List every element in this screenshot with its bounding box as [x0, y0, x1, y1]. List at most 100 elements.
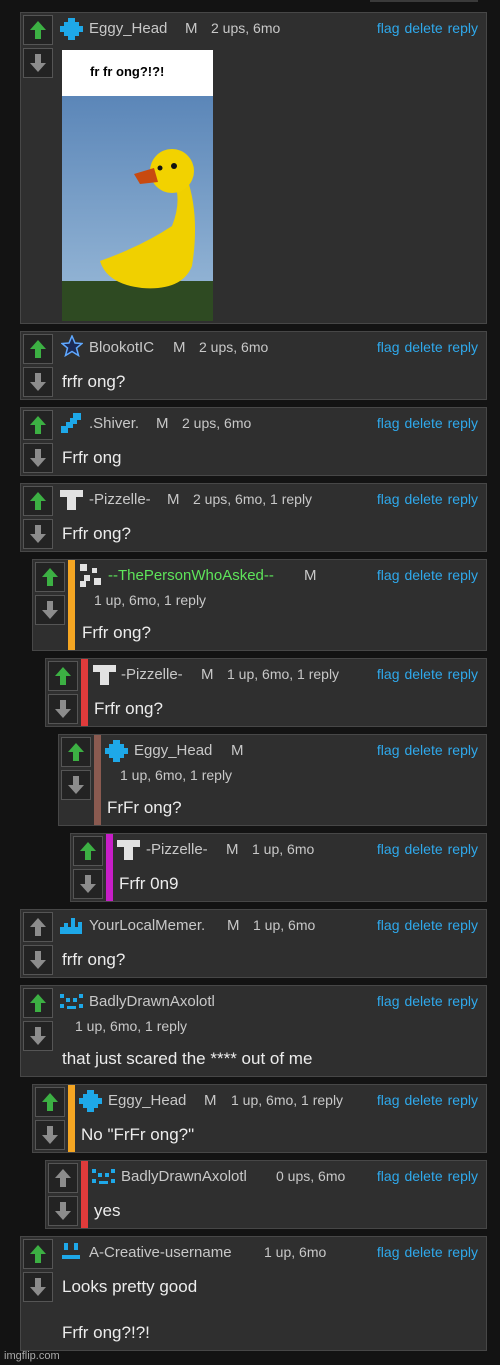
reply-link[interactable]: reply	[448, 666, 478, 682]
down-arrow-icon	[30, 54, 46, 72]
delete-link[interactable]: delete	[404, 841, 442, 857]
delete-link[interactable]: delete	[404, 20, 442, 36]
star-avatar-icon[interactable]	[61, 335, 86, 360]
delete-link[interactable]: delete	[404, 567, 442, 583]
flag-link[interactable]: flag	[377, 1244, 400, 1260]
username-link[interactable]: .Shiver.	[89, 415, 139, 432]
username-link[interactable]: Eggy_Head	[134, 742, 212, 759]
flag-link[interactable]: flag	[377, 742, 400, 758]
flag-link[interactable]: flag	[377, 1168, 400, 1184]
user-avatar-icon[interactable]	[59, 913, 84, 938]
reply-link[interactable]: reply	[448, 742, 478, 758]
reply-link[interactable]: reply	[448, 567, 478, 583]
flag-link[interactable]: flag	[377, 666, 400, 682]
user-avatar-icon[interactable]	[104, 738, 129, 763]
comment-meta: 1 up, 6mo, 1 reply	[120, 767, 233, 783]
username-link[interactable]: -Pizzelle-	[89, 491, 151, 508]
reply-link[interactable]: reply	[448, 1168, 478, 1184]
username-link[interactable]: A-Creative-username	[89, 1244, 232, 1261]
user-avatar-icon[interactable]	[79, 563, 104, 588]
user-avatar-icon[interactable]	[92, 662, 117, 687]
reply-link[interactable]: reply	[448, 993, 478, 1009]
flag-link[interactable]: flag	[377, 415, 400, 431]
flag-link[interactable]: flag	[377, 20, 400, 36]
delete-link[interactable]: delete	[404, 415, 442, 431]
username-link[interactable]: -Pizzelle-	[121, 666, 183, 683]
delete-link[interactable]: delete	[404, 993, 442, 1009]
upvote-button[interactable]	[23, 912, 53, 942]
downvote-button[interactable]	[48, 1196, 78, 1226]
reply-link[interactable]: reply	[448, 1244, 478, 1260]
user-avatar-icon[interactable]	[59, 16, 84, 41]
upvote-button[interactable]	[23, 486, 53, 516]
username-link[interactable]: -Pizzelle-	[146, 841, 208, 858]
flag-link[interactable]: flag	[377, 1092, 400, 1108]
comment-text: yes	[94, 1201, 121, 1220]
flag-link[interactable]: flag	[377, 917, 400, 933]
user-avatar-icon[interactable]	[116, 837, 141, 862]
upvote-button[interactable]	[23, 988, 53, 1018]
downvote-button[interactable]	[23, 48, 53, 78]
user-avatar-icon[interactable]	[59, 989, 84, 1014]
user-avatar-icon[interactable]	[78, 1088, 103, 1113]
upvote-button[interactable]	[35, 1087, 65, 1117]
username-link[interactable]: Eggy_Head	[89, 20, 167, 37]
user-avatar-icon[interactable]	[59, 1240, 84, 1265]
delete-link[interactable]: delete	[404, 339, 442, 355]
downvote-button[interactable]	[23, 367, 53, 397]
username-link[interactable]: Eggy_Head	[108, 1092, 186, 1109]
downvote-button[interactable]	[23, 945, 53, 975]
upvote-button[interactable]	[23, 410, 53, 440]
upvote-button[interactable]	[23, 15, 53, 45]
flag-link[interactable]: flag	[377, 339, 400, 355]
up-arrow-icon	[30, 21, 46, 39]
upvote-button[interactable]	[61, 737, 91, 767]
downvote-button[interactable]	[61, 770, 91, 800]
downvote-button[interactable]	[35, 1120, 65, 1150]
user-avatar-icon[interactable]	[91, 1164, 116, 1189]
downvote-button[interactable]	[23, 1272, 53, 1302]
upvote-button[interactable]	[73, 836, 103, 866]
meme-image[interactable]: fr fr ong?!?!	[62, 50, 213, 321]
up-arrow-icon	[30, 340, 46, 358]
upvote-button[interactable]	[23, 1239, 53, 1269]
downvote-button[interactable]	[23, 1021, 53, 1051]
downvote-button[interactable]	[23, 443, 53, 473]
comment-actions: flag delete reply	[372, 917, 478, 933]
reply-link[interactable]: reply	[448, 491, 478, 507]
upvote-button[interactable]	[23, 334, 53, 364]
mod-badge: M	[231, 742, 244, 759]
upvote-button[interactable]	[48, 1163, 78, 1193]
delete-link[interactable]: delete	[404, 1244, 442, 1260]
flag-link[interactable]: flag	[377, 567, 400, 583]
downvote-button[interactable]	[48, 694, 78, 724]
user-avatar-icon[interactable]	[59, 487, 84, 512]
username-link[interactable]: --ThePersonWhoAsked--	[108, 567, 274, 584]
username-link[interactable]: BlookotIC	[89, 339, 154, 356]
delete-link[interactable]: delete	[404, 742, 442, 758]
flag-link[interactable]: flag	[377, 993, 400, 1009]
user-avatar-icon[interactable]	[59, 411, 84, 436]
downvote-button[interactable]	[23, 519, 53, 549]
comment-meta: 1 up, 6mo, 1 reply	[94, 592, 207, 608]
delete-link[interactable]: delete	[404, 917, 442, 933]
reply-link[interactable]: reply	[448, 20, 478, 36]
flag-link[interactable]: flag	[377, 491, 400, 507]
downvote-button[interactable]	[35, 595, 65, 625]
delete-link[interactable]: delete	[404, 491, 442, 507]
reply-link[interactable]: reply	[448, 415, 478, 431]
reply-link[interactable]: reply	[448, 841, 478, 857]
upvote-button[interactable]	[48, 661, 78, 691]
reply-link[interactable]: reply	[448, 1092, 478, 1108]
delete-link[interactable]: delete	[404, 666, 442, 682]
username-link[interactable]: BadlyDrawnAxolotl	[89, 993, 215, 1010]
reply-link[interactable]: reply	[448, 917, 478, 933]
delete-link[interactable]: delete	[404, 1092, 442, 1108]
downvote-button[interactable]	[73, 869, 103, 899]
flag-link[interactable]: flag	[377, 841, 400, 857]
username-link[interactable]: YourLocalMemer.	[89, 917, 205, 934]
username-link[interactable]: BadlyDrawnAxolotl	[121, 1168, 247, 1185]
reply-link[interactable]: reply	[448, 339, 478, 355]
upvote-button[interactable]	[35, 562, 65, 592]
delete-link[interactable]: delete	[404, 1168, 442, 1184]
